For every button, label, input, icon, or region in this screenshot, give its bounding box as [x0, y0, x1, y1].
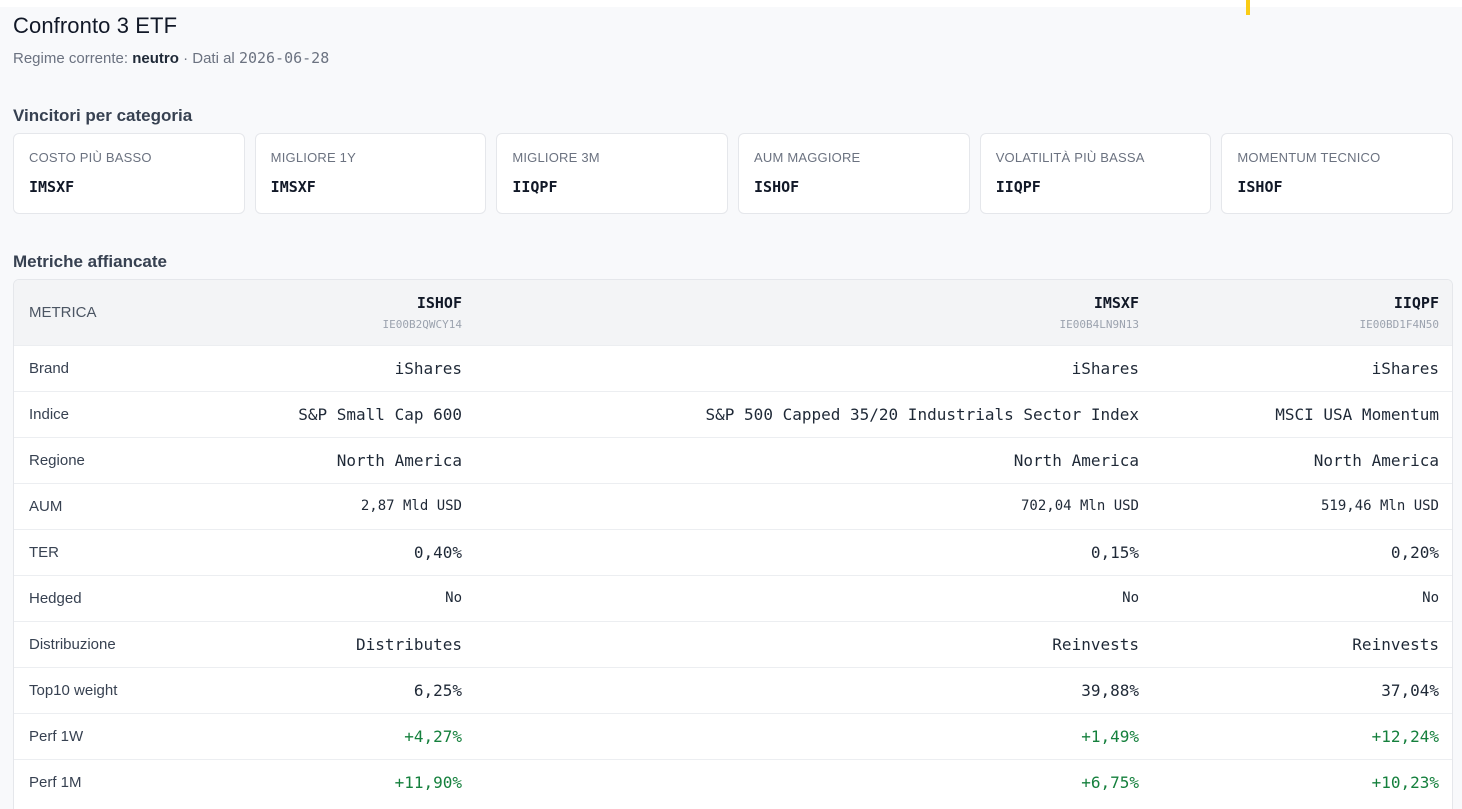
- page-title: Confronto 3 ETF: [13, 13, 178, 38]
- metric-value: Reinvests: [1052, 634, 1139, 654]
- winner-label: MIGLIORE 3M: [512, 150, 600, 165]
- regime-label: Regime corrente:: [13, 50, 129, 67]
- metric-value: North America: [1313, 450, 1439, 470]
- winner-label: MOMENTUM TECNICO: [1237, 150, 1381, 165]
- metric-name: Top10 weight: [29, 681, 118, 699]
- page-subtitle: Regime corrente: neutro · Dati al 2026-0…: [13, 49, 329, 67]
- table-row: Hedged No No No: [14, 575, 1452, 621]
- metric-value-positive: +10,23%: [1371, 772, 1439, 792]
- metric-name: Regione: [29, 451, 85, 469]
- winner-card-lowest-volatility: VOLATILITÀ PIÙ BASSA IIQPF: [979, 133, 1212, 214]
- winner-ticker: IMSXF: [270, 178, 316, 196]
- date-prefix: · Dati al: [183, 50, 235, 67]
- metrics-table-container: METRICA ISHOF IE00B2QWCY14 IMSXF IE00B4L…: [13, 279, 1453, 809]
- table-row: Perf 1W +4,27% +1,49% +12,24%: [14, 713, 1452, 759]
- metric-name: Indice: [29, 405, 70, 423]
- etf-column-header: ISHOF IE00B2QWCY14: [184, 280, 477, 345]
- metric-value: No: [1122, 590, 1139, 606]
- metric-value: 0,15%: [1090, 542, 1139, 562]
- metric-value: 2,87 Mld USD: [360, 498, 462, 514]
- metric-value: MSCI USA Momentum: [1275, 404, 1439, 424]
- winner-ticker: IMSXF: [29, 178, 75, 196]
- metric-value: 39,88%: [1081, 680, 1139, 700]
- metric-name: Distribuzione: [29, 635, 116, 653]
- table-row: Indice S&P Small Cap 600 S&P 500 Capped …: [14, 391, 1452, 437]
- metric-value: 0,20%: [1390, 542, 1439, 562]
- metric-value: iShares: [394, 358, 462, 378]
- winner-ticker: ISHOF: [754, 178, 800, 196]
- regime-value: neutro: [132, 50, 179, 67]
- metric-value: 0,40%: [413, 542, 462, 562]
- metric-value: No: [1422, 590, 1439, 606]
- winners-section-title: Vincitori per categoria: [13, 106, 193, 125]
- winner-label: COSTO PIÙ BASSO: [29, 150, 152, 165]
- metric-value: iShares: [1371, 358, 1439, 378]
- table-row: Top10 weight 6,25% 39,88% 37,04%: [14, 667, 1452, 713]
- winner-ticker: IIQPF: [512, 178, 558, 196]
- metrics-section-title: Metriche affiancate: [13, 252, 167, 271]
- metric-value: Distributes: [356, 634, 462, 654]
- metric-value: 37,04%: [1381, 680, 1439, 700]
- metric-value: 6,25%: [413, 680, 462, 700]
- metrics-table: METRICA ISHOF IE00B2QWCY14 IMSXF IE00B4L…: [14, 280, 1452, 805]
- etf-column-header: IMSXF IE00B4LN9N13: [477, 280, 1154, 345]
- metric-value-positive: +11,90%: [394, 772, 462, 792]
- etf-isin: IE00B4LN9N13: [1059, 317, 1139, 331]
- metric-name: Perf 1M: [29, 773, 82, 791]
- etf-ticker: IMSXF: [1093, 293, 1139, 312]
- winner-label: AUM MAGGIORE: [754, 150, 861, 165]
- table-row: Perf 1M +11,90% +6,75% +10,23%: [14, 759, 1452, 805]
- etf-ticker: IIQPF: [1393, 293, 1439, 312]
- metric-name: Perf 1W: [29, 727, 84, 745]
- metric-value: 702,04 Mln USD: [1020, 498, 1139, 514]
- table-header-row: METRICA ISHOF IE00B2QWCY14 IMSXF IE00B4L…: [14, 280, 1452, 345]
- winner-card-technical-momentum: MOMENTUM TECNICO ISHOF: [1221, 133, 1454, 214]
- metric-value: North America: [1013, 450, 1139, 470]
- table-row: AUM 2,87 Mld USD 702,04 Mln USD 519,46 M…: [14, 483, 1452, 529]
- metric-value: North America: [336, 450, 462, 470]
- winners-grid: COSTO PIÙ BASSO IMSXF MIGLIORE 1Y IMSXF …: [13, 133, 1454, 214]
- metric-value: Reinvests: [1352, 634, 1439, 654]
- winner-card-largest-aum: AUM MAGGIORE ISHOF: [738, 133, 970, 214]
- metric-value-positive: +12,24%: [1371, 726, 1439, 746]
- metric-value-positive: +6,75%: [1081, 772, 1139, 792]
- etf-ticker: ISHOF: [416, 293, 462, 312]
- metric-column-header: METRICA: [29, 303, 97, 321]
- metric-value: No: [445, 590, 462, 606]
- metric-value: S&P 500 Capped 35/20 Industrials Sector …: [705, 404, 1139, 424]
- etf-column-header: IIQPF IE00BD1F4N50: [1154, 280, 1452, 345]
- top-marker: [1246, 0, 1250, 15]
- winner-card-best-1y: MIGLIORE 1Y IMSXF: [254, 133, 487, 214]
- metric-value: iShares: [1071, 358, 1139, 378]
- winner-ticker: ISHOF: [1237, 178, 1283, 196]
- etf-isin: IE00BD1F4N50: [1359, 317, 1439, 331]
- winner-card-lowest-cost: COSTO PIÙ BASSO IMSXF: [13, 133, 245, 214]
- table-row: Regione North America North America Nort…: [14, 437, 1452, 483]
- metric-name: AUM: [29, 497, 63, 515]
- table-row: Brand iShares iShares iShares: [14, 345, 1452, 391]
- winner-label: MIGLIORE 1Y: [270, 150, 356, 165]
- metric-value-positive: +4,27%: [404, 726, 462, 746]
- winner-ticker: IIQPF: [995, 178, 1041, 196]
- metric-value: S&P Small Cap 600: [298, 404, 462, 424]
- metric-value: 519,46 Mln USD: [1320, 498, 1439, 514]
- etf-isin: IE00B2QWCY14: [382, 317, 462, 331]
- metric-name: TER: [29, 543, 59, 561]
- metric-name: Brand: [29, 359, 70, 377]
- table-row: TER 0,40% 0,15% 0,20%: [14, 529, 1452, 575]
- table-row: Distribuzione Distributes Reinvests Rein…: [14, 621, 1452, 667]
- winner-card-best-3m: MIGLIORE 3M IIQPF: [496, 133, 729, 214]
- metric-name: Hedged: [29, 589, 82, 607]
- metric-value-positive: +1,49%: [1081, 726, 1139, 746]
- winner-label: VOLATILITÀ PIÙ BASSA: [995, 150, 1145, 165]
- date-value: 2026-06-28: [238, 49, 330, 67]
